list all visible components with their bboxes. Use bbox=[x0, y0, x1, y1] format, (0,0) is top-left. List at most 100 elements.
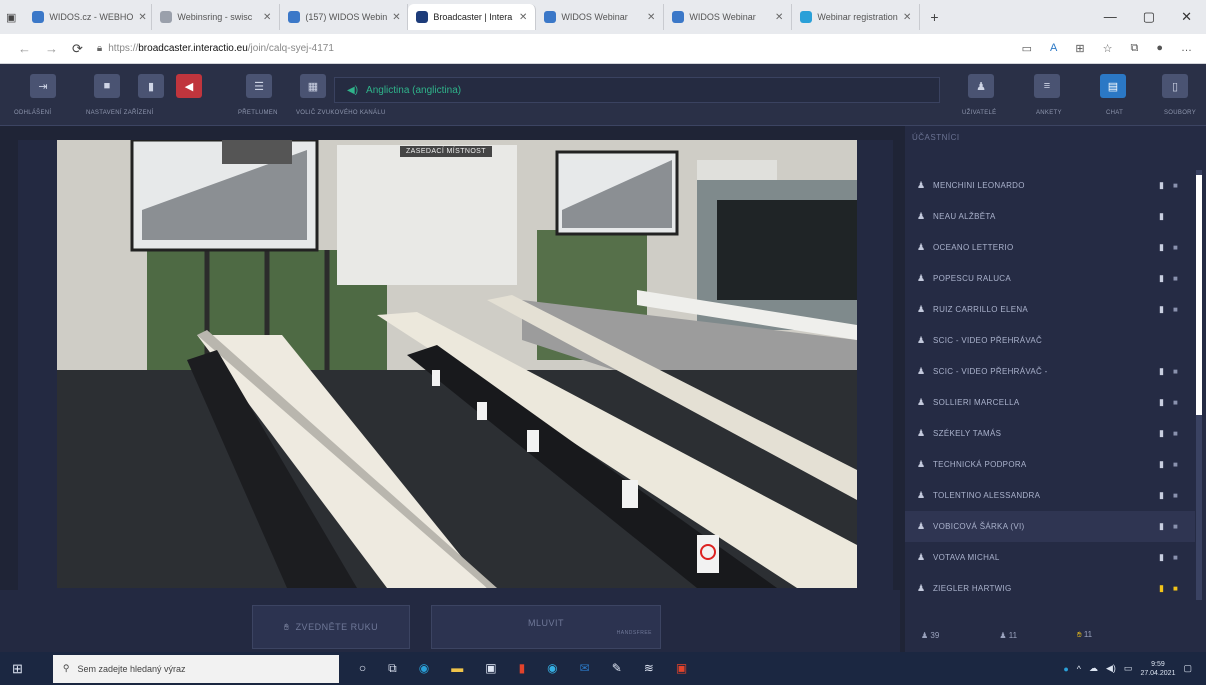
help-icon[interactable]: ● bbox=[1063, 664, 1068, 674]
taskbar-search-input[interactable]: ⚲ Sem zadejte hledaný výraz bbox=[52, 654, 339, 683]
browser-tab[interactable]: (157) WIDOS Webin ✕ bbox=[280, 4, 409, 30]
participant-row[interactable]: ♟ POPESCU RALUCA ▮ ■ bbox=[905, 263, 1195, 294]
tab-close-icon[interactable]: ✕ bbox=[138, 12, 146, 23]
notification-icon[interactable]: ▢ bbox=[1183, 663, 1192, 674]
back-arrow-icon[interactable]: ← bbox=[18, 41, 31, 56]
tab-close-icon[interactable]: ✕ bbox=[903, 12, 911, 23]
address-bar: ← → ⟳ 🔒︎ https://broadcaster.interactio.… bbox=[0, 34, 1206, 64]
participant-row[interactable]: ♟ ZIEGLER HARTWIG ▮ ■ bbox=[905, 573, 1195, 604]
browser-tab[interactable]: Webinar registration ✕ bbox=[792, 4, 921, 30]
more-menu-icon[interactable]: … bbox=[1181, 42, 1192, 55]
close-window-button[interactable]: ✕ bbox=[1181, 9, 1192, 25]
window-controls: — ▢ ✕ bbox=[1104, 9, 1206, 25]
tab-close-icon[interactable]: ✕ bbox=[519, 12, 527, 23]
pdf-icon[interactable]: ▣ bbox=[676, 661, 687, 676]
camera-icon: ■ bbox=[1173, 181, 1179, 190]
translate-icon[interactable]: A bbox=[1050, 42, 1057, 55]
office-icon[interactable]: ▮ bbox=[519, 661, 526, 676]
speaker-muted-icon: ◀ bbox=[184, 80, 194, 93]
edge-icon[interactable]: ◉ bbox=[419, 661, 429, 676]
explorer-icon[interactable]: ▬ bbox=[451, 661, 463, 676]
minimize-button[interactable]: — bbox=[1104, 9, 1117, 25]
app-icon[interactable]: ≋ bbox=[644, 661, 654, 676]
camera-button[interactable]: ■ bbox=[94, 74, 120, 98]
participant-row[interactable]: ♟ OCEANO LETTERIO ▮ ■ bbox=[905, 232, 1195, 263]
reload-icon[interactable]: ⟳ bbox=[72, 41, 83, 57]
browser-tab[interactable]: Webinsring - swisc ✕ bbox=[152, 4, 281, 30]
url-field[interactable]: https://broadcaster.interactio.eu/join/c… bbox=[108, 43, 334, 54]
participant-row[interactable]: ♟ MENCHINI LEONARDO ▮ ■ bbox=[905, 170, 1195, 201]
participant-row[interactable]: ♟ NEAU ALŽBĚTA ▮ bbox=[905, 201, 1195, 232]
microphone-icon: ▮ bbox=[1159, 521, 1165, 531]
maximize-button[interactable]: ▢ bbox=[1143, 9, 1155, 25]
participant-row[interactable]: ♟ TOLENTINO ALESSANDRA ▮ ■ bbox=[905, 480, 1195, 511]
person-icon: ♟ bbox=[917, 397, 926, 407]
participant-row[interactable]: ♟ RUIZ CARRILLO ELENA ▮ ■ bbox=[905, 294, 1195, 325]
camera-icon: ■ bbox=[1173, 460, 1179, 469]
users-button[interactable]: ♟ bbox=[968, 74, 994, 98]
outlook-icon[interactable]: ✉ bbox=[580, 661, 590, 676]
acrobat-icon[interactable]: ✎ bbox=[612, 661, 622, 676]
camera-icon: ■ bbox=[1173, 429, 1179, 438]
language-select[interactable]: ◀) Anglictina (anglictina) bbox=[334, 77, 940, 103]
tab-close-icon[interactable]: ✕ bbox=[647, 12, 655, 23]
keyboard-icon[interactable]: ▭ bbox=[1124, 663, 1133, 674]
favorite-star-icon[interactable]: ☆ bbox=[1103, 42, 1113, 55]
polls-button[interactable]: ≡ bbox=[1034, 74, 1060, 98]
new-tab-button[interactable]: + bbox=[930, 9, 938, 25]
logout-button[interactable]: ⇥ bbox=[30, 74, 56, 98]
participant-row[interactable]: ♟ TECHNICKÁ PODPORA ▮ ■ bbox=[905, 449, 1195, 480]
tab-close-icon[interactable]: ✕ bbox=[392, 12, 400, 23]
hand-icon: ✋︎ bbox=[283, 621, 290, 632]
tab-favicon-icon bbox=[800, 11, 813, 23]
participants-list: ♟ MENCHINI LEONARDO ▮ ■ ♟ NEAU ALŽBĚTA ▮ ♟ OCEAN… bbox=[905, 170, 1195, 604]
person-icon: ♟ bbox=[917, 490, 926, 500]
clock[interactable]: 9:59 27.04.2021 bbox=[1140, 660, 1175, 678]
files-button[interactable]: ▯ bbox=[1162, 74, 1188, 98]
browser-tab-active[interactable]: Broadcaster | Intera ✕ bbox=[408, 4, 537, 30]
tab-close-icon[interactable]: ✕ bbox=[775, 12, 783, 23]
channel-selector-button[interactable]: ▦ bbox=[300, 74, 326, 98]
person-icon: ♟ bbox=[917, 273, 926, 283]
participants-header: ÚČASTNÍCI bbox=[912, 133, 960, 142]
participant-name: SCIC - VIDEO PŘEHRÁVAČ bbox=[933, 336, 1043, 345]
speak-button[interactable]: MLUVIT HANDSFREE bbox=[431, 605, 661, 649]
cortana-icon[interactable]: ○ bbox=[359, 661, 366, 676]
camera-icon: ■ bbox=[1173, 243, 1179, 252]
tray-chevron-icon[interactable]: ^ bbox=[1077, 664, 1081, 674]
reader-view-icon[interactable]: ▭ bbox=[1022, 42, 1032, 55]
microphone-button[interactable]: ▮ bbox=[138, 74, 164, 98]
raise-hand-button[interactable]: ✋︎ ZVEDNĚTE RUKU bbox=[252, 605, 410, 649]
chat-button[interactable]: ▤ bbox=[1100, 74, 1126, 98]
device-settings-label: NASTAVENÍ ZAŘÍZENÍ bbox=[86, 110, 154, 116]
browser-tab[interactable]: WIDOS Webinar ✕ bbox=[536, 4, 665, 30]
browser-tab[interactable]: WIDOS.cz - WEBHO ✕ bbox=[24, 4, 153, 30]
windows-start-icon[interactable]: ⊞ bbox=[12, 661, 23, 677]
edge-active-icon[interactable]: ◉ bbox=[547, 661, 557, 676]
extension-icon[interactable]: ⊞ bbox=[1075, 42, 1084, 55]
participants-scroll-thumb[interactable] bbox=[1196, 175, 1202, 415]
participant-row[interactable]: ♟ VOTAVA MICHAL ▮ ■ bbox=[905, 542, 1195, 573]
task-view-icon[interactable]: ⧉ bbox=[388, 661, 397, 676]
mute-speaker-button[interactable]: ◀ bbox=[176, 74, 202, 98]
collections-icon[interactable]: ⧉ bbox=[1130, 42, 1138, 55]
participant-row[interactable]: ♟ VOBICOVÁ ŠÁRKA (VI) ▮ ■ bbox=[905, 511, 1195, 542]
tab-close-icon[interactable]: ✕ bbox=[263, 12, 271, 23]
forward-arrow-icon[interactable]: → bbox=[45, 41, 58, 56]
browser-tab[interactable]: WIDOS Webinar ✕ bbox=[664, 4, 793, 30]
participant-name: VOBICOVÁ ŠÁRKA (VI) bbox=[933, 522, 1025, 531]
volume-icon[interactable]: ◀) bbox=[1106, 663, 1116, 674]
store-icon[interactable]: ▣ bbox=[485, 661, 496, 676]
participant-name: VOTAVA MICHAL bbox=[933, 553, 1000, 562]
browser-menu-icon[interactable]: ▣ bbox=[6, 11, 16, 24]
polls-icon: ≡ bbox=[1043, 80, 1051, 92]
participant-row[interactable]: ♟ SCIC - VIDEO PŘEHRÁVAČ bbox=[905, 325, 1195, 356]
profile-avatar-icon[interactable]: ● bbox=[1156, 42, 1163, 55]
network-icon[interactable]: ☁ bbox=[1089, 663, 1098, 674]
participant-row[interactable]: ♟ SOLLIERI MARCELLA ▮ ■ bbox=[905, 387, 1195, 418]
subtitles-button[interactable]: ☰ bbox=[246, 74, 272, 98]
participant-row[interactable]: ♟ SZÉKELY TAMÁS ▮ ■ bbox=[905, 418, 1195, 449]
video-stream[interactable] bbox=[57, 140, 857, 588]
participant-row[interactable]: ♟ SCIC - VIDEO PŘEHRÁVAČ - ▮ ■ bbox=[905, 356, 1195, 387]
camera-icon: ■ bbox=[1173, 553, 1179, 562]
